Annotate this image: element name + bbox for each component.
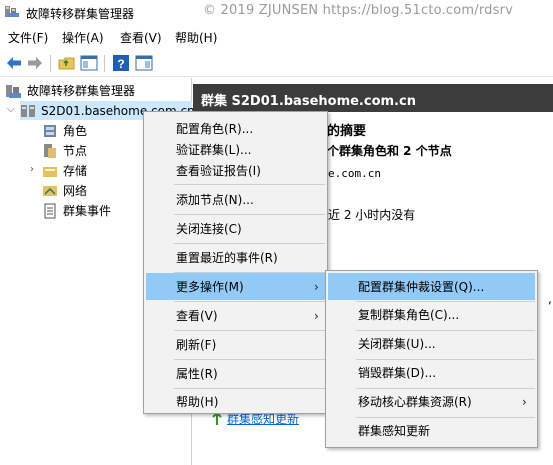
title-bar: 故障转移群集管理器 © 2019 ZJUNSEN https://blog.51…	[0, 0, 553, 24]
sub-shutdown-cluster[interactable]: 关闭群集(U)...	[328, 330, 535, 357]
tree-item-label: 角色	[63, 124, 88, 138]
sub-copy-cluster-roles[interactable]: 复制群集角色(C)...	[328, 301, 535, 328]
tree-item-cluster-manager[interactable]: 故障转移群集管理器	[6, 81, 135, 100]
forward-arrow-icon[interactable]	[25, 53, 45, 73]
tree-item-roles[interactable]: 角色	[42, 121, 87, 140]
console-pane-icon[interactable]	[134, 53, 154, 73]
menu-file[interactable]: 文件(F)	[8, 29, 48, 46]
summary-roles-nodes: 个群集角色和 2 个节点	[327, 144, 452, 158]
ctx-properties[interactable]: 属性(R)	[146, 360, 325, 387]
show-pane-icon[interactable]	[79, 53, 99, 73]
ctx-refresh[interactable]: 刷新(F)	[146, 331, 325, 358]
ctx-separator	[174, 184, 325, 185]
storage-icon	[43, 166, 57, 177]
submenu-arrow-icon: ›	[314, 308, 319, 323]
summary-domain: e.com.cn	[328, 167, 381, 180]
tree-item-networks[interactable]: 网络	[42, 181, 87, 200]
ctx-add-node[interactable]: 添加节点(N)...	[146, 186, 325, 213]
menu-bar: 文件(F) 操作(A) 查看(V) 帮助(H)	[0, 25, 553, 47]
nodes-icon	[44, 143, 56, 158]
ctx-help[interactable]: 帮助(H)	[146, 388, 325, 415]
toolbar: ?	[0, 49, 553, 77]
ctx-view-validation-report[interactable]: 查看验证报告(I)	[146, 157, 325, 184]
submenu-arrow-icon: ›	[522, 394, 527, 409]
summary-punctuation: ,	[548, 292, 552, 306]
menu-help[interactable]: 帮助(H)	[175, 29, 217, 46]
menu-view[interactable]: 查看(V)	[120, 29, 162, 46]
sub-configure-quorum[interactable]: 配置群集仲裁设置(Q)...	[328, 273, 535, 300]
svg-text:?: ?	[117, 57, 124, 71]
sub-move-core-resources[interactable]: 移动核心群集资源(R) ›	[328, 388, 535, 415]
collapse-chevron-icon[interactable]: ⌵	[7, 104, 15, 115]
tree-item-label: 故障转移群集管理器	[27, 84, 136, 98]
sub-destroy-cluster[interactable]: 销毁群集(D)...	[328, 359, 535, 386]
cluster-icon	[21, 104, 35, 117]
toolbar-separator	[104, 55, 105, 72]
ctx-reset-recent-events[interactable]: 重置最近的事件(R)	[146, 244, 325, 271]
roles-icon	[44, 124, 56, 137]
help-icon[interactable]: ?	[111, 53, 131, 73]
details-header: 群集 S2D01.basehome.com.cn	[193, 84, 553, 112]
networks-icon	[43, 185, 57, 196]
tree-item-label: 网络	[63, 184, 88, 198]
watermark-text: © 2019 ZJUNSEN https://blog.51cto.com/rd…	[203, 3, 514, 18]
details-header-title: 群集 S2D01.basehome.com.cn	[201, 94, 416, 109]
back-arrow-icon[interactable]	[4, 53, 24, 73]
expand-chevron-icon[interactable]: ›	[30, 164, 34, 175]
tree-item-label: 群集事件	[63, 204, 112, 218]
cluster-events-icon	[44, 203, 56, 218]
ctx-close-connection[interactable]: 关闭连接(C)	[146, 215, 325, 242]
summary-events: 近 2 小时内没有	[328, 208, 416, 222]
tree-item-label: 存储	[63, 164, 88, 178]
ctx-view[interactable]: 查看(V) ›	[146, 302, 325, 329]
tree-item-cluster-events[interactable]: 群集事件	[42, 201, 111, 220]
sub-cluster-aware-updating[interactable]: 群集感知更新	[328, 417, 535, 444]
tree-item-storage[interactable]: 存储	[42, 161, 87, 180]
context-menu: 配置角色(R)... 验证群集(L)... 查看验证报告(I) 添加节点(N).…	[143, 111, 328, 414]
window-title: 故障转移群集管理器	[26, 7, 135, 21]
summary-title: 的摘要	[327, 124, 367, 139]
cluster-manager-icon	[5, 6, 19, 17]
more-actions-submenu: 配置群集仲裁设置(Q)... 复制群集角色(C)... 关闭群集(U)... 销…	[325, 270, 538, 448]
tree-item-nodes[interactable]: 节点	[42, 141, 87, 160]
submenu-arrow-icon: ›	[314, 279, 319, 294]
ctx-more-actions[interactable]: 更多操作(M) ›	[146, 273, 325, 300]
toolbar-separator	[50, 55, 51, 72]
up-folder-icon[interactable]	[57, 53, 77, 73]
tree-item-label: 节点	[63, 144, 88, 158]
menu-action[interactable]: 操作(A)	[62, 29, 104, 46]
cluster-manager-icon	[6, 84, 21, 98]
